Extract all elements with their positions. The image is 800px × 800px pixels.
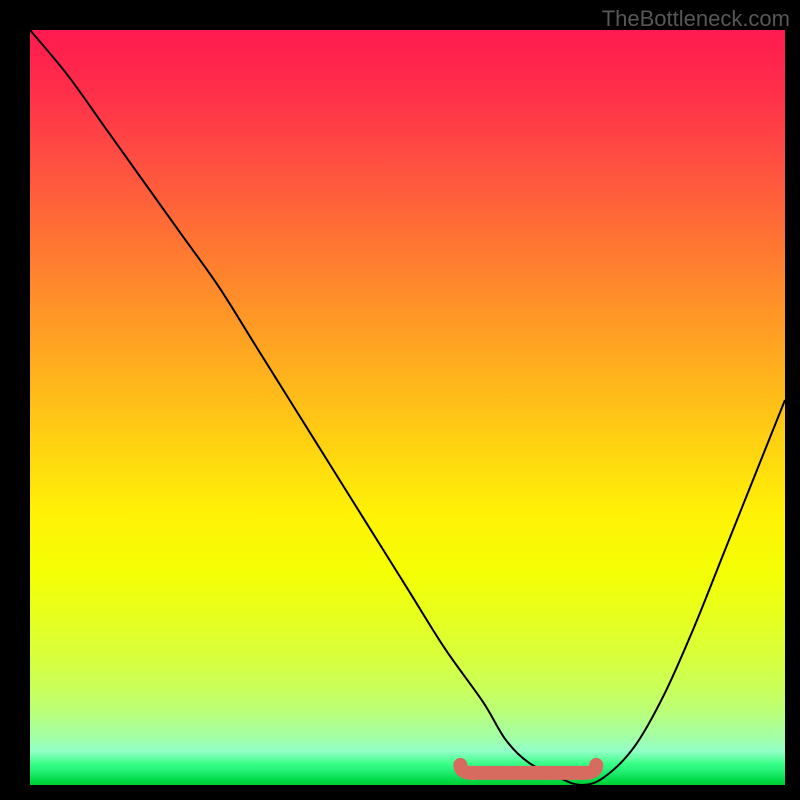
watermark-text: TheBottleneck.com (602, 6, 790, 32)
chart-svg (30, 30, 785, 785)
optimal-range-marker (460, 765, 596, 773)
chart-plot-area (30, 30, 785, 785)
bottleneck-curve (30, 30, 785, 785)
